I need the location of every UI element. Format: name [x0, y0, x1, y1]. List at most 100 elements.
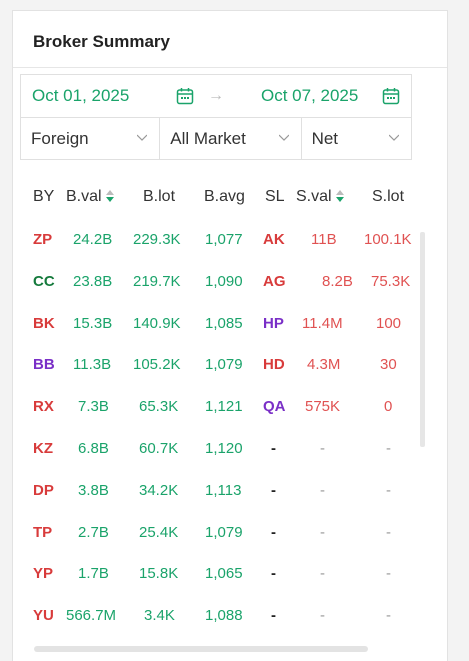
- sell-value: -: [320, 439, 325, 457]
- buy-value: 566.7M: [66, 607, 117, 625]
- buy-avg: 1,113: [205, 481, 242, 499]
- buy-lot: 15.8K: [139, 565, 179, 583]
- date-from[interactable]: Oct 01, 2025: [32, 86, 129, 106]
- buy-avg: 1,120: [205, 439, 243, 457]
- table-row[interactable]: TP 2.7B 25.4K 1,079 - - -: [20, 524, 420, 566]
- calendar-icon[interactable]: [382, 87, 400, 105]
- market-select[interactable]: All Market: [160, 118, 302, 159]
- buyer-code[interactable]: ZP: [33, 231, 52, 248]
- buy-lot: 229.3K: [133, 231, 181, 248]
- seller-code[interactable]: HP: [263, 315, 284, 332]
- buyer-code[interactable]: YU: [33, 607, 54, 624]
- table-row[interactable]: YP 1.7B 15.8K 1,065 - - -: [20, 565, 420, 607]
- buy-lot: 105.2K: [133, 356, 181, 374]
- table-row[interactable]: BK 15.3B 140.9K 1,085 HP 11.4M 100: [20, 315, 420, 357]
- sell-value: 11B: [311, 231, 337, 248]
- vertical-scrollbar[interactable]: [420, 232, 425, 447]
- buy-avg: 1,065: [205, 565, 243, 583]
- header-bval-label: B.val: [66, 188, 102, 205]
- buy-value: 1.7B: [78, 565, 109, 583]
- sell-lot: -: [386, 481, 391, 499]
- sell-value: -: [320, 523, 325, 541]
- horizontal-scrollbar[interactable]: [34, 646, 368, 652]
- sell-value: 4.3M: [307, 356, 341, 374]
- sell-lot: -: [386, 607, 391, 625]
- buyer-code[interactable]: RX: [33, 398, 54, 415]
- header-bval[interactable]: B.val: [66, 188, 114, 206]
- buyer-code[interactable]: BB: [33, 356, 55, 373]
- buy-value: 3.8B: [78, 481, 109, 499]
- sell-value: -: [320, 565, 325, 583]
- sell-value: 11.4M: [302, 314, 343, 332]
- sell-lot: 0: [384, 398, 393, 416]
- buy-avg: 1,085: [205, 314, 243, 332]
- buy-avg: 1,077: [205, 231, 243, 248]
- seller-code[interactable]: AG: [263, 273, 286, 290]
- header-by[interactable]: BY: [33, 188, 54, 206]
- sort-icon[interactable]: [105, 189, 114, 203]
- buy-avg: 1,079: [205, 356, 243, 374]
- table-row[interactable]: ZP 24.2B 229.3K 1,077 AK 11B 100.1K: [20, 231, 420, 273]
- buy-avg: 1,079: [205, 523, 243, 541]
- sell-lot: 100: [376, 314, 402, 332]
- buy-value: 23.8B: [73, 272, 113, 290]
- header-slot[interactable]: S.lot: [372, 188, 404, 206]
- seller-code[interactable]: QA: [263, 398, 286, 415]
- buy-avg: 1,088: [205, 607, 243, 625]
- seller-code: -: [271, 523, 276, 541]
- header-bavg[interactable]: B.avg: [204, 188, 245, 206]
- header-sl[interactable]: SL: [265, 188, 285, 206]
- buyer-code[interactable]: TP: [33, 524, 52, 541]
- table-row[interactable]: DP 3.8B 34.2K 1,113 - - -: [20, 482, 420, 524]
- seller-code: -: [271, 481, 276, 499]
- buy-value: 2.7B: [78, 523, 109, 541]
- sell-lot: -: [386, 439, 391, 457]
- table-row[interactable]: YU 566.7M 3.4K 1,088 - - -: [20, 607, 420, 649]
- buy-lot: 65.3K: [139, 398, 179, 416]
- buy-lot: 3.4K: [144, 607, 175, 625]
- header-sval[interactable]: S.val: [296, 188, 344, 206]
- seller-code[interactable]: HD: [263, 356, 285, 373]
- table-row[interactable]: CC 23.8B 219.7K 1,090 AG 8.2B 75.3K: [20, 273, 420, 315]
- market-value: All Market: [170, 129, 246, 148]
- sell-lot: -: [386, 565, 391, 583]
- date-to[interactable]: Oct 07, 2025: [261, 86, 358, 106]
- buyer-code[interactable]: YP: [33, 565, 53, 582]
- buy-value: 24.2B: [73, 231, 113, 248]
- buyer-code[interactable]: KZ: [33, 440, 53, 457]
- chevron-down-icon: [389, 134, 399, 141]
- table-row[interactable]: RX 7.3B 65.3K 1,121 QA 575K 0: [20, 398, 420, 440]
- sell-lot: 75.3K: [371, 272, 411, 290]
- buy-avg: 1,121: [205, 398, 243, 416]
- buy-value: 6.8B: [78, 439, 109, 457]
- buyer-code[interactable]: CC: [33, 273, 55, 290]
- chevron-down-icon: [137, 134, 148, 141]
- table-row[interactable]: KZ 6.8B 60.7K 1,120 - - -: [20, 440, 420, 482]
- investor-type-value: Foreign: [31, 129, 89, 148]
- range-arrow-icon: →: [208, 87, 224, 104]
- investor-type-select[interactable]: Foreign: [21, 118, 161, 159]
- mode-select[interactable]: Net: [302, 118, 411, 159]
- header-blot[interactable]: B.lot: [143, 188, 175, 206]
- chevron-down-icon: [278, 134, 289, 141]
- sell-value: -: [320, 481, 325, 499]
- sort-icon[interactable]: [335, 189, 344, 203]
- buyer-code[interactable]: DP: [33, 482, 54, 499]
- seller-code: -: [271, 439, 276, 457]
- sell-value: -: [320, 607, 325, 625]
- date-range-picker[interactable]: Oct 01, 2025 → Oct 07, 2025: [20, 74, 412, 118]
- table-row[interactable]: BB 11.3B 105.2K 1,079 HD 4.3M 30: [20, 356, 420, 398]
- buy-lot: 34.2K: [139, 481, 179, 499]
- calendar-icon[interactable]: [176, 87, 194, 105]
- sell-value: 8.2B: [322, 272, 353, 290]
- buy-value: 11.3B: [73, 356, 112, 374]
- table-header: BY B.val B.lot B.avg SL S.val S.lot: [20, 188, 420, 210]
- panel-title: Broker Summary: [13, 11, 447, 68]
- seller-code[interactable]: AK: [263, 231, 285, 248]
- broker-table-body: ZP 24.2B 229.3K 1,077 AK 11B 100.1K CC 2…: [20, 231, 420, 649]
- seller-code: -: [271, 607, 276, 625]
- sell-lot: -: [386, 523, 391, 541]
- seller-code: -: [271, 565, 276, 583]
- buyer-code[interactable]: BK: [33, 315, 55, 332]
- buy-lot: 25.4K: [139, 523, 179, 541]
